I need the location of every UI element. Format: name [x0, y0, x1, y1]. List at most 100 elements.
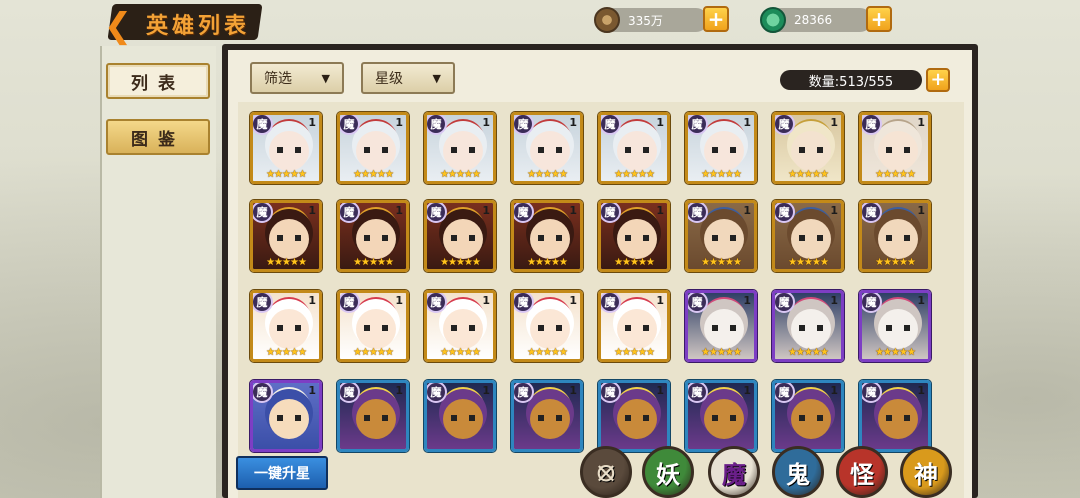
faction-badge: 魔 [862, 383, 882, 403]
faction-badge: 魔 [253, 115, 273, 135]
faction-badge: 魔 [775, 383, 795, 403]
hero-level: 1 [743, 204, 751, 217]
jade-counter: 28366 [760, 7, 872, 33]
hero-card[interactable]: 魔 1 ★★★★★ [859, 200, 931, 272]
hero-eyes [364, 235, 388, 241]
hero-eyes [364, 325, 388, 331]
hero-card[interactable]: 魔 1 ★★★★★ [598, 290, 670, 362]
faction-button-shen[interactable]: 神 [900, 446, 952, 498]
faction-badge: 魔 [427, 115, 447, 135]
faction-badge: 魔 [427, 203, 447, 223]
hero-card[interactable]: 魔1 [511, 380, 583, 452]
star-rating: ★★★★★ [353, 257, 394, 268]
faction-badge: 魔 [601, 203, 621, 223]
hero-level: 1 [743, 294, 751, 307]
hero-eyes [364, 147, 388, 153]
hero-level: 1 [482, 294, 490, 307]
hero-card[interactable]: 魔 1 ★★★★★ [772, 112, 844, 184]
coin-counter: 335万 [594, 7, 708, 33]
faction-badge: 魔 [340, 383, 360, 403]
hero-card[interactable]: 魔1 [685, 380, 757, 452]
hero-level: 1 [917, 384, 925, 397]
star-rating: ★★★★★ [614, 347, 655, 358]
hero-card[interactable]: 魔 1 ★★★★★ [337, 112, 409, 184]
tab-list[interactable]: 列表 [106, 63, 210, 99]
hero-eyes [886, 147, 910, 153]
hero-card[interactable]: 魔 1 ★★★★★ [424, 290, 496, 362]
faction-button-guai[interactable]: 怪 [836, 446, 888, 498]
star-rating: ★★★★★ [701, 257, 742, 268]
star-rating: ★★★★★ [875, 347, 916, 358]
back-arrow-icon[interactable]: ❮ [92, 6, 144, 46]
hero-eyes [625, 415, 649, 421]
faction-badge: 魔 [601, 293, 621, 313]
hero-level: 1 [395, 204, 403, 217]
hero-card[interactable]: 魔1 [598, 380, 670, 452]
top-bar: ❮ 英雄列表 335万 + 28366 + [0, 0, 1080, 46]
faction-badge: 魔 [340, 203, 360, 223]
hero-card[interactable]: 魔 1 ★★★★★ [511, 200, 583, 272]
hero-card[interactable]: 魔 1 ★★★★★ [250, 290, 322, 362]
filter-dropdown[interactable]: 筛选 ▼ [250, 62, 344, 94]
hero-card[interactable]: 魔1 [250, 380, 322, 452]
hero-level: 1 [656, 204, 664, 217]
hero-card[interactable]: 魔 1 ★★★★★ [424, 200, 496, 272]
faction-button-gui[interactable]: 鬼 [772, 446, 824, 498]
star-rating: ★★★★★ [527, 257, 568, 268]
coin-icon [594, 7, 620, 33]
faction-badge: 魔 [601, 383, 621, 403]
one-click-upgrade-button[interactable]: 一键升星 [236, 456, 328, 490]
add-coins-button[interactable]: + [703, 6, 729, 32]
jade-icon [760, 7, 786, 33]
hero-level: 1 [569, 204, 577, 217]
hero-eyes [364, 415, 388, 421]
star-dropdown[interactable]: 星级 ▼ [361, 62, 455, 94]
hero-level: 1 [917, 116, 925, 129]
faction-badge: 魔 [514, 203, 534, 223]
hero-card[interactable]: 魔 1 ★★★★★ [250, 200, 322, 272]
add-jade-button[interactable]: + [866, 6, 892, 32]
faction-label: 怪 [850, 459, 874, 489]
star-rating: ★★★★★ [353, 169, 394, 180]
hero-eyes [625, 325, 649, 331]
hero-eyes [625, 235, 649, 241]
faction-button-mo[interactable]: 魔 [708, 446, 760, 498]
hero-level: 1 [743, 384, 751, 397]
hero-card[interactable]: 魔 1 ★★★★★ [511, 112, 583, 184]
hero-eyes [538, 235, 562, 241]
hero-card[interactable]: 魔1 [859, 380, 931, 452]
faction-badge: 魔 [688, 115, 708, 135]
tab-guide[interactable]: 图鉴 [106, 119, 210, 155]
hero-card[interactable]: 魔1 [337, 380, 409, 452]
hero-level: 1 [743, 116, 751, 129]
expand-capacity-button[interactable]: + [926, 68, 950, 92]
hero-card[interactable]: 魔 1 ★★★★★ [859, 112, 931, 184]
faction-badge: 魔 [775, 293, 795, 313]
faction-button-all[interactable]: ⦻ [580, 446, 632, 498]
hero-eyes [799, 325, 823, 331]
hero-level: 1 [569, 294, 577, 307]
hero-card[interactable]: 魔 1 ★★★★★ [337, 290, 409, 362]
hero-card[interactable]: 魔1 [424, 380, 496, 452]
hero-card[interactable]: 魔 1 ★★★★★ [337, 200, 409, 272]
hero-card[interactable]: 魔 1 ★★★★★ [685, 290, 757, 362]
hero-card[interactable]: 魔 1 ★★★★★ [685, 112, 757, 184]
hero-eyes [886, 415, 910, 421]
hero-card[interactable]: 魔 1 ★★★★★ [772, 290, 844, 362]
faction-badge: 魔 [514, 115, 534, 135]
hero-eyes [451, 235, 475, 241]
hero-card[interactable]: 魔 1 ★★★★★ [424, 112, 496, 184]
hero-eyes [451, 147, 475, 153]
hero-card[interactable]: 魔 1 ★★★★★ [772, 200, 844, 272]
hero-card[interactable]: 魔 1 ★★★★★ [598, 112, 670, 184]
hero-card[interactable]: 魔1 [772, 380, 844, 452]
hero-card[interactable]: 魔 1 ★★★★★ [685, 200, 757, 272]
faction-button-yao[interactable]: 妖 [642, 446, 694, 498]
hero-eyes [538, 325, 562, 331]
hero-card[interactable]: 魔 1 ★★★★★ [859, 290, 931, 362]
hero-card[interactable]: 魔 1 ★★★★★ [598, 200, 670, 272]
hero-level: 1 [308, 116, 316, 129]
hero-card[interactable]: 魔 1 ★★★★★ [250, 112, 322, 184]
hero-card[interactable]: 魔 1 ★★★★★ [511, 290, 583, 362]
chevron-down-icon: ▼ [321, 71, 330, 85]
